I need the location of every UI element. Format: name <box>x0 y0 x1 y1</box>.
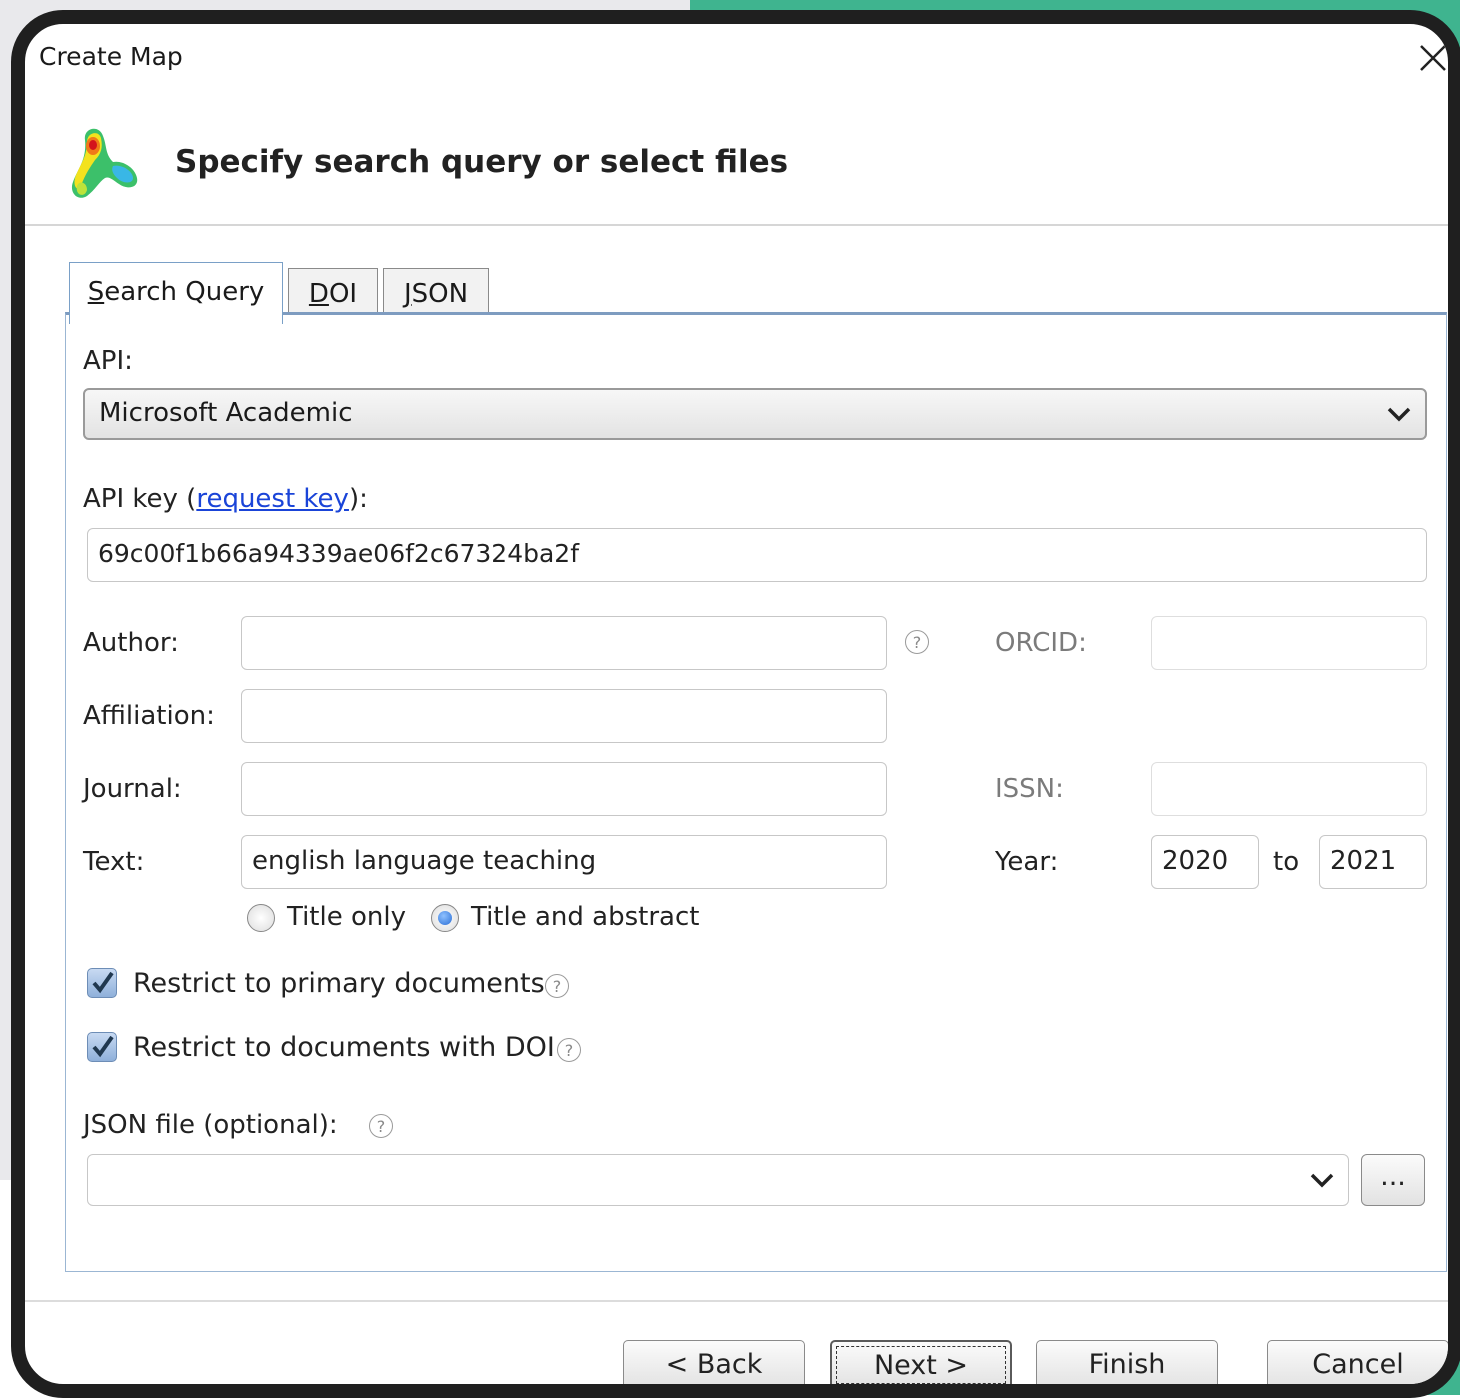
title-only-label[interactable]: Title only <box>287 902 406 932</box>
doi-documents-checkbox[interactable] <box>87 1032 117 1062</box>
help-icon[interactable]: ? <box>905 630 929 654</box>
author-label: Author: <box>83 628 179 658</box>
api-selected-value: Microsoft Academic <box>99 398 353 428</box>
request-key-link[interactable]: request key <box>196 484 349 514</box>
chevron-down-icon[interactable] <box>1306 1164 1338 1196</box>
finish-button[interactable]: Finish <box>1036 1340 1218 1384</box>
affiliation-label: Affiliation: <box>83 701 215 731</box>
year-label: Year: <box>995 847 1059 877</box>
journal-label: Journal: <box>83 774 182 804</box>
api-key-input[interactable]: 69c00f1b66a94339ae06f2c67324ba2f <box>87 528 1427 582</box>
vosviewer-density-icon <box>71 128 138 198</box>
api-select[interactable]: Microsoft Academic <box>83 388 1427 440</box>
affiliation-input[interactable] <box>241 689 887 743</box>
title-and-abstract-label[interactable]: Title and abstract <box>471 902 699 932</box>
api-label: API: <box>83 346 133 376</box>
page-heading: Specify search query or select files <box>175 144 789 180</box>
json-file-combo[interactable] <box>87 1154 1349 1206</box>
year-to-label: to <box>1273 847 1300 877</box>
help-icon[interactable]: ? <box>557 1038 581 1062</box>
radio-selected-dot <box>438 911 452 925</box>
close-icon[interactable] <box>1413 38 1453 78</box>
year-to-input[interactable]: 2021 <box>1319 835 1427 889</box>
help-icon[interactable]: ? <box>369 1114 393 1138</box>
next-button[interactable]: Next > <box>830 1340 1012 1384</box>
footer-divider <box>25 1300 1448 1302</box>
journal-input[interactable] <box>241 762 887 816</box>
issn-label: ISSN: <box>995 774 1064 804</box>
checkmark-icon <box>92 971 114 994</box>
text-input[interactable]: english language teaching <box>241 835 887 889</box>
help-icon[interactable]: ? <box>545 974 569 998</box>
tab-search-query[interactable]: Search Query <box>69 262 283 324</box>
primary-documents-label[interactable]: Restrict to primary documents <box>133 968 545 999</box>
create-map-dialog: Create Map Specify search query or selec… <box>11 10 1460 1398</box>
chevron-down-icon <box>1387 407 1411 422</box>
header-divider <box>25 224 1448 226</box>
browse-button[interactable]: ... <box>1361 1154 1425 1206</box>
orcid-label: ORCID: <box>995 628 1087 658</box>
orcid-input[interactable] <box>1151 616 1427 670</box>
doi-documents-label[interactable]: Restrict to documents with DOI <box>133 1032 555 1063</box>
json-file-label: JSON file (optional): <box>83 1110 338 1140</box>
author-input[interactable] <box>241 616 887 670</box>
back-button[interactable]: < Back <box>623 1340 805 1384</box>
primary-documents-checkbox[interactable] <box>87 968 117 998</box>
title-and-abstract-radio[interactable] <box>431 904 459 932</box>
issn-input[interactable] <box>1151 762 1427 816</box>
text-label: Text: <box>83 847 145 877</box>
cancel-button[interactable]: Cancel <box>1267 1340 1448 1384</box>
focus-ring <box>836 1346 1006 1384</box>
title-only-radio[interactable] <box>247 904 275 932</box>
window-title: Create Map <box>39 42 183 71</box>
checkmark-icon <box>92 1035 114 1058</box>
year-from-input[interactable]: 2020 <box>1151 835 1259 889</box>
api-key-label: API key (request key): <box>83 484 368 514</box>
